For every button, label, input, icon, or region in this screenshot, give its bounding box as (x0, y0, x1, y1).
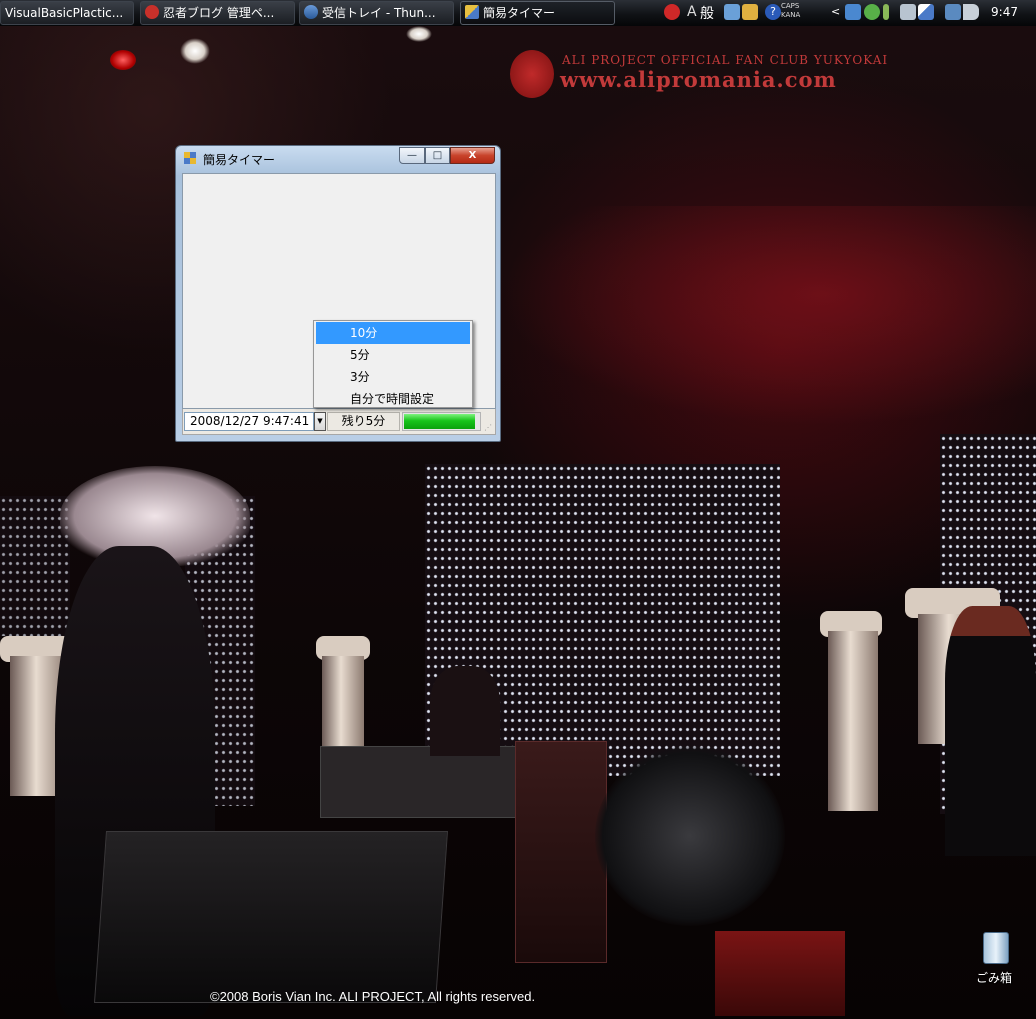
network-status-icon[interactable] (945, 4, 961, 20)
taskbar: VisualBasicPlactic... 忍者ブログ 管理ペ... 受信トレイ… (0, 0, 1036, 27)
messenger-icon[interactable] (864, 4, 880, 20)
pillar (828, 631, 878, 811)
fanclub-title: ALI PROJECT OFFICIAL FAN CLUB YUKYOKAI (562, 53, 889, 67)
spotlight-fixture (595, 746, 785, 926)
status-bar: 2008/12/27 9:47:41 ▼ 残り5分 ⋰ (182, 409, 496, 435)
progress-fill (404, 414, 476, 429)
pen-icon[interactable] (918, 4, 934, 20)
stage-curtain (500, 206, 1036, 426)
menu-item-custom-time[interactable]: 自分で時間設定 (316, 388, 470, 410)
taskbar-button-label: 簡易タイマー (483, 6, 556, 20)
timer-dropdown-menu: 10分 5分 3分 自分で時間設定 (313, 320, 473, 408)
guitarist (945, 606, 1036, 856)
resize-grip-icon[interactable]: ⋰ (484, 423, 494, 433)
caps-label: CAPS (781, 2, 800, 10)
taskbar-button-thunderbird[interactable]: 受信トレイ - Thun... (299, 1, 454, 25)
ime-dictionary-icon[interactable] (724, 4, 740, 20)
stage-monitor-red (715, 931, 845, 1016)
ime-input-icon[interactable]: 般 (700, 3, 714, 23)
fanclub-url: www.alipromania.com (560, 67, 837, 92)
menu-item-10min[interactable]: 10分 (316, 322, 470, 344)
timer-dropdown-button[interactable]: ▼ (314, 412, 326, 431)
wallpaper-copyright: ©2008 Boris Vian Inc. ALI PROJECT, All r… (210, 989, 536, 1004)
keyboardist (430, 666, 500, 756)
antivirus-icon[interactable] (664, 4, 680, 20)
menu-item-5min[interactable]: 5分 (316, 344, 470, 366)
minimize-button[interactable]: — (399, 147, 425, 164)
recycle-bin-label[interactable]: ごみ箱 (976, 969, 1012, 986)
recycle-bin-icon[interactable] (983, 932, 1009, 964)
caps-kana-indicator: CAPS KANA (781, 2, 800, 20)
desktop-wallpaper: ALI PROJECT OFFICIAL FAN CLUB YUKYOKAI w… (0, 26, 1036, 1019)
taskbar-button-ninja-blog[interactable]: 忍者ブログ 管理ペ... (140, 1, 295, 25)
stage-light (180, 38, 210, 64)
clock[interactable]: 9:47 (991, 5, 1018, 19)
help-icon[interactable]: ? (765, 4, 781, 20)
keyboard-instrument (320, 746, 522, 818)
taskbar-button-timer[interactable]: 簡易タイマー (460, 1, 615, 25)
fanclub-crest-logo (510, 50, 554, 98)
remaining-time-label: 残り5分 (327, 412, 400, 431)
app-window-icon (465, 5, 479, 19)
chevron-left-icon[interactable]: < (831, 5, 840, 18)
taskbar-button-label: 忍者ブログ 管理ペ... (163, 6, 275, 20)
taskbar-button-label: 受信トレイ - Thun... (322, 6, 436, 20)
stage-light (110, 50, 136, 70)
window-title: 簡易タイマー (203, 153, 276, 167)
network-icon[interactable] (845, 4, 861, 20)
menu-item-3min[interactable]: 3分 (316, 366, 470, 388)
app-window-icon[interactable] (184, 152, 197, 165)
usb-icon[interactable] (883, 4, 889, 20)
volume-icon[interactable] (963, 4, 979, 20)
ime-mode-icon[interactable]: A (687, 4, 697, 20)
taskbar-button-label: VisualBasicPlactic... (5, 6, 124, 20)
amplifier (515, 741, 607, 963)
system-tray: A 般 ? CAPS KANA < 9:47 (656, 0, 1036, 26)
datetime-display: 2008/12/27 9:47:41 (184, 412, 314, 431)
stage-light (406, 26, 432, 42)
kana-label: KANA (781, 11, 801, 19)
maximize-button[interactable]: □ (425, 147, 450, 164)
thunderbird-icon (304, 5, 318, 19)
browser-icon (145, 5, 159, 19)
close-button[interactable]: X (450, 147, 495, 164)
stage-monitor-speaker (93, 831, 449, 1003)
timer-progress-bar (402, 412, 481, 431)
taskbar-button-visualbasic[interactable]: VisualBasicPlactic... (0, 1, 134, 25)
display-icon[interactable] (900, 4, 916, 20)
ime-tool-icon[interactable] (742, 4, 758, 20)
